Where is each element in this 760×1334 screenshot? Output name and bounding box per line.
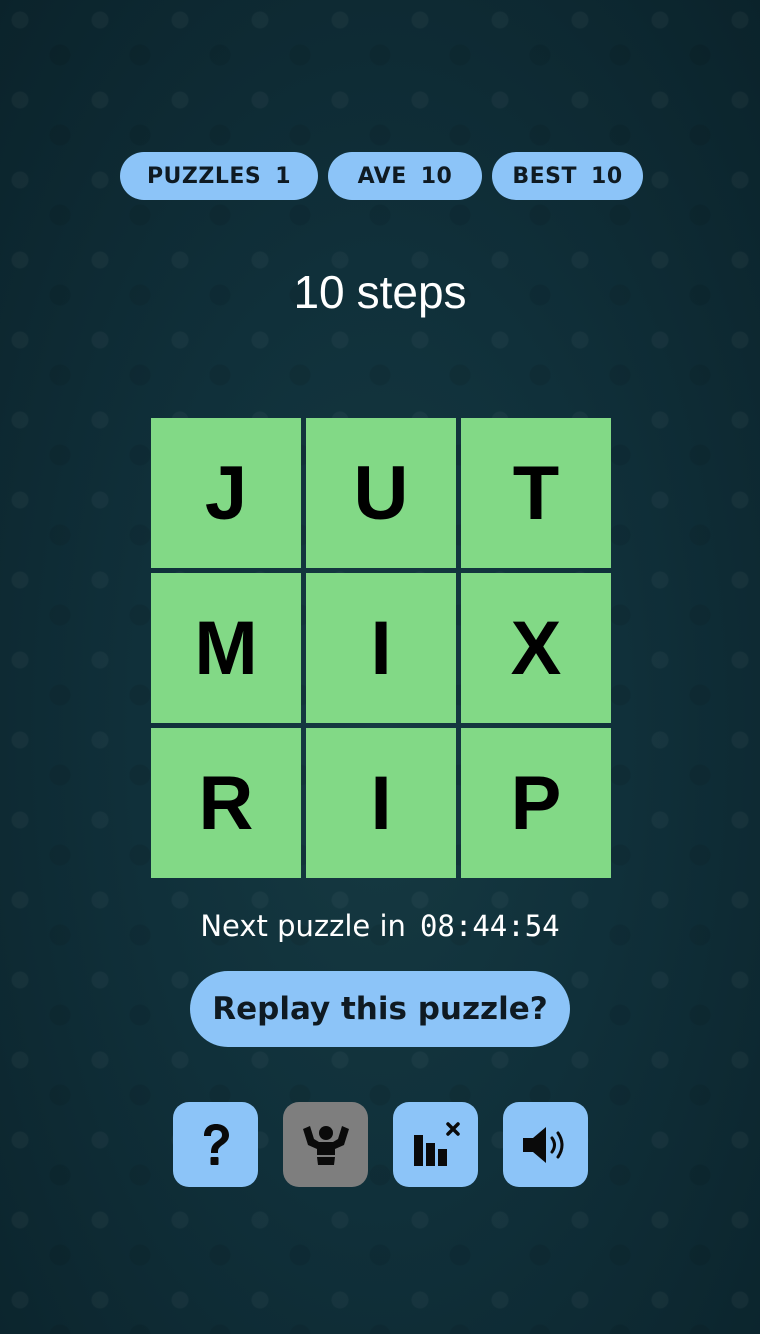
tile-r3-c2[interactable]: I — [306, 728, 456, 878]
average-stat-label: AVE — [357, 163, 407, 189]
sound-button[interactable] — [503, 1102, 588, 1187]
replay-puzzle-button[interactable]: Replay this puzzle? — [190, 971, 570, 1047]
puzzles-stat-value: 1 — [275, 163, 292, 189]
steps-label: steps — [356, 266, 467, 318]
letter-grid: J U T M I X R I P — [151, 418, 612, 879]
tile-r3-c1[interactable]: R — [151, 728, 301, 878]
tile-r1-c2[interactable]: U — [306, 418, 456, 568]
question-mark-icon — [196, 1122, 236, 1168]
average-stat-value: 10 — [420, 163, 453, 189]
stats-bar: PUZZLES 1 AVE 10 BEST 10 — [0, 152, 760, 200]
best-stat-pill: BEST 10 — [492, 152, 643, 200]
average-stat-pill: AVE 10 — [328, 152, 482, 200]
countdown-clock: 08:44:54 — [419, 909, 560, 943]
strength-button[interactable] — [283, 1102, 368, 1187]
help-button[interactable] — [173, 1102, 258, 1187]
bar-chart-close-icon — [410, 1121, 462, 1169]
puzzles-stat-pill: PUZZLES 1 — [120, 152, 318, 200]
statistics-button[interactable] — [393, 1102, 478, 1187]
tile-r1-c1[interactable]: J — [151, 418, 301, 568]
tile-r1-c3[interactable]: T — [461, 418, 611, 568]
next-puzzle-label: Next puzzle in — [200, 909, 406, 943]
tile-r2-c3[interactable]: X — [461, 573, 611, 723]
steps-counter: 10 steps — [0, 262, 760, 322]
tile-r2-c1[interactable]: M — [151, 573, 301, 723]
puzzles-stat-label: PUZZLES — [146, 163, 262, 189]
steps-count: 10 — [293, 266, 345, 318]
flexed-arms-icon — [300, 1123, 352, 1167]
tile-r2-c2[interactable]: I — [306, 573, 456, 723]
best-stat-value: 10 — [591, 163, 623, 189]
tile-r3-c3[interactable]: P — [461, 728, 611, 878]
next-puzzle-timer: Next puzzle in 08:44:54 — [0, 904, 760, 948]
best-stat-label: BEST — [512, 163, 578, 189]
speaker-volume-icon — [521, 1124, 571, 1166]
